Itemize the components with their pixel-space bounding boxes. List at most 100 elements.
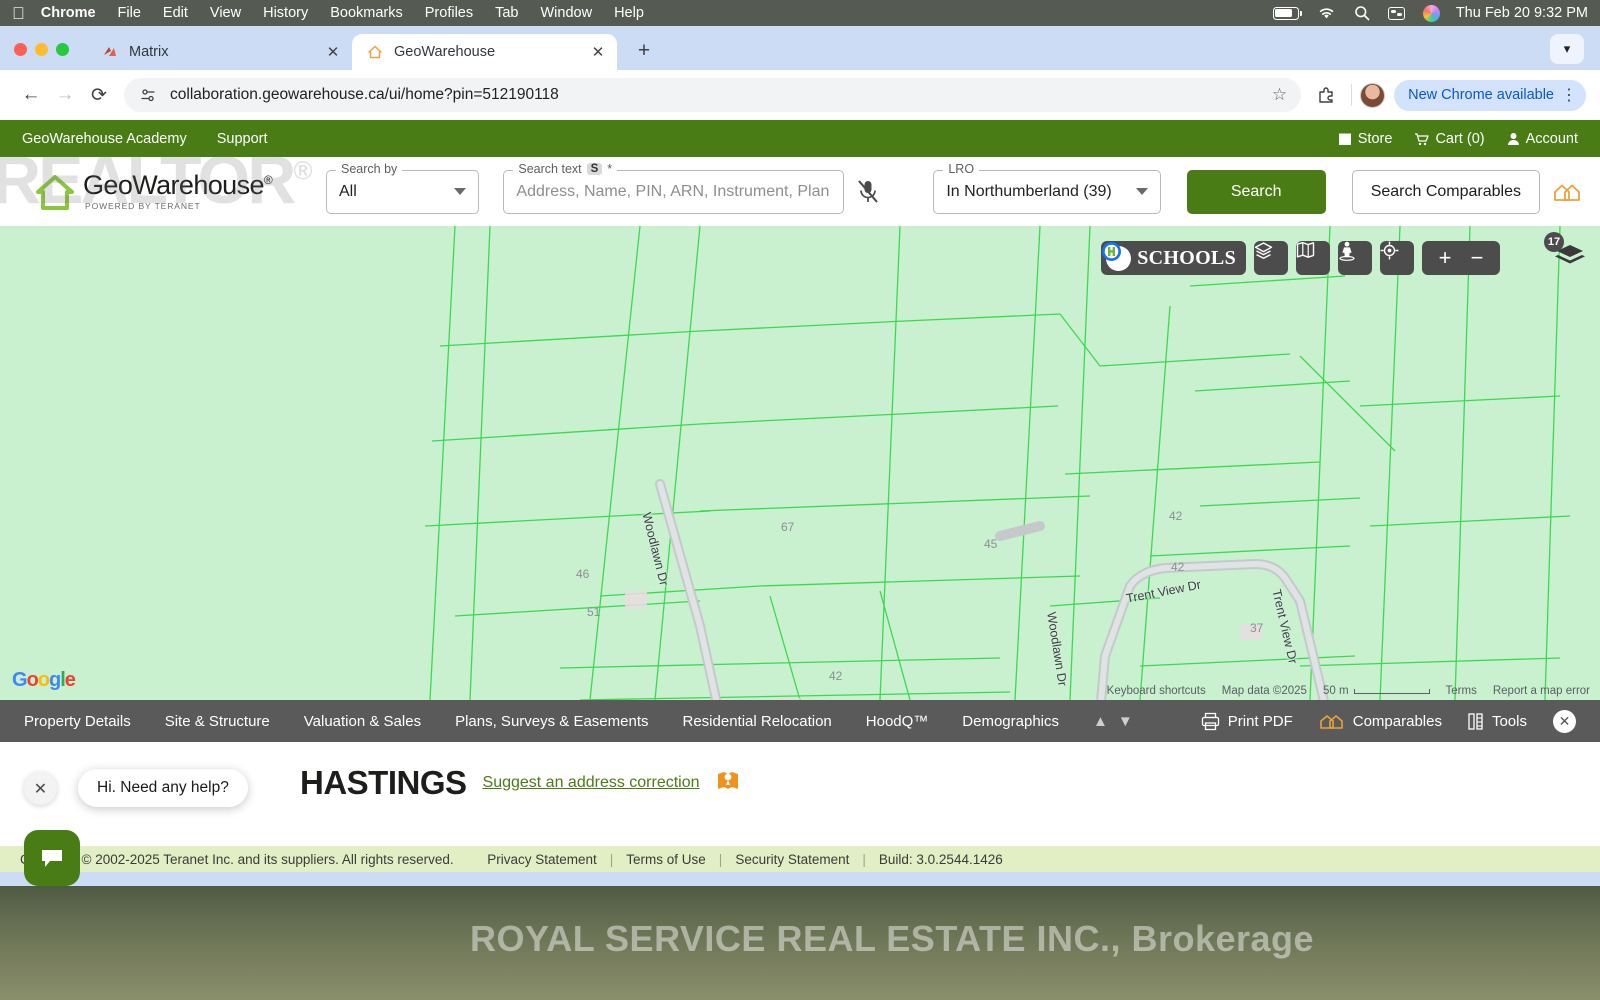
menu-item-window[interactable]: Window: [541, 5, 593, 21]
required-asterisk: *: [607, 161, 613, 176]
comparable-homes-icon[interactable]: [1552, 179, 1582, 205]
store-button[interactable]: Store: [1338, 130, 1393, 147]
chevron-down-icon[interactable]: ▼: [1118, 713, 1133, 730]
apple-menu-icon[interactable]: : [12, 5, 25, 22]
tab-property-details[interactable]: Property Details: [24, 713, 131, 730]
zoom-out-button[interactable]: −: [1471, 245, 1484, 271]
search-button[interactable]: Search: [1186, 169, 1326, 214]
wifi-icon[interactable]: [1317, 6, 1336, 20]
chrome-menu-icon[interactable]: ⋮: [1561, 85, 1577, 105]
profile-avatar[interactable]: [1360, 82, 1386, 108]
store-label: Store: [1357, 130, 1393, 147]
window-maximize-button[interactable]: [56, 43, 69, 56]
map-scale-bar: 50 m: [1323, 685, 1430, 697]
chrome-update-button[interactable]: New Chrome available ⋮: [1394, 79, 1586, 111]
menubar-clock[interactable]: Thu Feb 20 9:32 PM: [1456, 5, 1588, 21]
menu-item-chrome[interactable]: Chrome: [41, 5, 96, 21]
tab-search-chevron-down-icon[interactable]: ▾: [1550, 34, 1584, 64]
menu-item-file[interactable]: File: [118, 5, 141, 21]
crosshair-locate-icon[interactable]: [1380, 241, 1414, 275]
mic-muted-icon[interactable]: [848, 179, 887, 205]
map-marker-book-icon[interactable]: [716, 770, 740, 797]
forward-button[interactable]: →: [48, 78, 82, 112]
chat-greeting-bubble[interactable]: Hi. Need any help?: [78, 769, 248, 807]
tab-residential-relocation[interactable]: Residential Relocation: [683, 713, 832, 730]
street-view-pegman-icon[interactable]: [1338, 241, 1372, 275]
window-minimize-button[interactable]: [35, 43, 48, 56]
chevron-down-icon[interactable]: [1135, 188, 1148, 195]
menu-item-tab[interactable]: Tab: [495, 5, 518, 21]
back-button[interactable]: ←: [14, 78, 48, 112]
address-bar[interactable]: collaboration.geowarehouse.ca/ui/home?pi…: [124, 78, 1302, 112]
menu-item-edit[interactable]: Edit: [163, 5, 188, 21]
parcel-number: 42: [1169, 509, 1183, 523]
tab-plans-surveys-easements[interactable]: Plans, Surveys & Easements: [455, 713, 648, 730]
comparable-homes-icon: [1319, 715, 1343, 729]
keyboard-shortcuts-link[interactable]: Keyboard shortcuts: [1107, 685, 1206, 697]
window-close-button[interactable]: [14, 43, 27, 56]
toolbar-divider: [1351, 84, 1353, 106]
chrome-window: Matrix ✕ GeoWarehouse ✕ + ▾ ← → ⟳ collab…: [0, 26, 1600, 886]
tab-valuation-sales[interactable]: Valuation & Sales: [304, 713, 421, 730]
menu-item-help[interactable]: Help: [614, 5, 644, 21]
battery-icon[interactable]: [1272, 6, 1302, 20]
schools-toggle-button[interactable]: SCHOOLS: [1101, 241, 1246, 275]
search-icon[interactable]: [1354, 5, 1370, 21]
reload-button[interactable]: ⟳: [82, 78, 116, 112]
extensions-icon[interactable]: [1309, 78, 1343, 112]
bookmark-star-icon[interactable]: ☆: [1272, 85, 1287, 105]
tab-demographics[interactable]: Demographics: [962, 713, 1059, 730]
footer-divider: |: [718, 851, 723, 867]
suggest-address-correction-link[interactable]: Suggest an address correction: [483, 774, 700, 792]
menu-item-profiles[interactable]: Profiles: [425, 5, 473, 21]
privacy-statement-link[interactable]: Privacy Statement: [487, 852, 597, 867]
terms-link[interactable]: Terms: [1446, 685, 1477, 697]
comparables-button[interactable]: Comparables: [1319, 711, 1442, 731]
control-center-icon[interactable]: [1387, 6, 1405, 20]
geowarehouse-logo-text: GeoWarehouse®: [83, 170, 273, 201]
zoom-in-button[interactable]: +: [1439, 245, 1452, 271]
new-tab-button[interactable]: +: [631, 39, 657, 63]
nav-link-academy[interactable]: GeoWarehouse Academy: [22, 131, 187, 147]
tab-close-icon[interactable]: ✕: [324, 43, 342, 61]
tab-close-icon[interactable]: ✕: [589, 43, 607, 61]
geowarehouse-logo[interactable]: GeoWarehouse® POWERED BY TERANET: [18, 171, 290, 213]
account-button[interactable]: Account: [1507, 131, 1578, 147]
site-settings-icon[interactable]: [138, 87, 158, 104]
close-icon[interactable]: ✕: [1553, 709, 1576, 733]
search-by-dropdown[interactable]: Search by All: [326, 161, 480, 214]
chat-launcher-button[interactable]: [24, 830, 80, 886]
menu-item-history[interactable]: History: [263, 5, 308, 21]
lro-dropdown[interactable]: LRO In Northumberland (39): [933, 161, 1161, 214]
print-pdf-button[interactable]: Print PDF: [1201, 712, 1293, 731]
terms-of-use-link[interactable]: Terms of Use: [626, 852, 706, 867]
security-statement-link[interactable]: Security Statement: [735, 852, 849, 867]
browser-tab-matrix[interactable]: Matrix ✕: [87, 34, 352, 70]
property-map[interactable]: Woodlawn Dr Woodlawn Dr Woodlawn Dr Wood…: [0, 226, 1600, 700]
window-traffic-lights: [14, 43, 69, 70]
report-map-error-link[interactable]: Report a map error: [1493, 685, 1590, 697]
google-logo: Google: [12, 669, 76, 691]
lro-value: In Northumberland (39): [946, 182, 1112, 200]
map-layers-icon[interactable]: [1254, 241, 1288, 275]
siri-icon[interactable]: [1422, 4, 1440, 22]
menu-item-view[interactable]: View: [210, 5, 241, 21]
parcel-number: 46: [576, 567, 590, 581]
cart-button[interactable]: Cart (0): [1414, 131, 1485, 147]
geowarehouse-top-nav: GeoWarehouse Academy Support Store Cart …: [0, 120, 1600, 157]
search-comparables-button[interactable]: Search Comparables: [1351, 169, 1540, 214]
tab-site-structure[interactable]: Site & Structure: [165, 713, 270, 730]
map-book-icon[interactable]: [1296, 241, 1330, 275]
chevron-up-icon[interactable]: ▲: [1093, 713, 1108, 730]
chrome-update-label: New Chrome available: [1408, 87, 1554, 103]
browser-tab-geowarehouse[interactable]: GeoWarehouse ✕: [352, 34, 617, 70]
nav-link-support[interactable]: Support: [217, 131, 268, 147]
print-pdf-label: Print PDF: [1227, 712, 1293, 730]
tab-hoodq[interactable]: HoodQ™: [866, 713, 929, 730]
search-text-input[interactable]: Search text S * Address, Name, PIN, ARN,…: [503, 161, 845, 214]
menu-item-bookmarks[interactable]: Bookmarks: [330, 5, 403, 21]
chat-close-button[interactable]: ✕: [24, 772, 57, 805]
geowarehouse-favicon: [366, 44, 383, 61]
tools-button[interactable]: Tools: [1468, 712, 1527, 731]
chevron-down-icon[interactable]: [454, 188, 467, 195]
